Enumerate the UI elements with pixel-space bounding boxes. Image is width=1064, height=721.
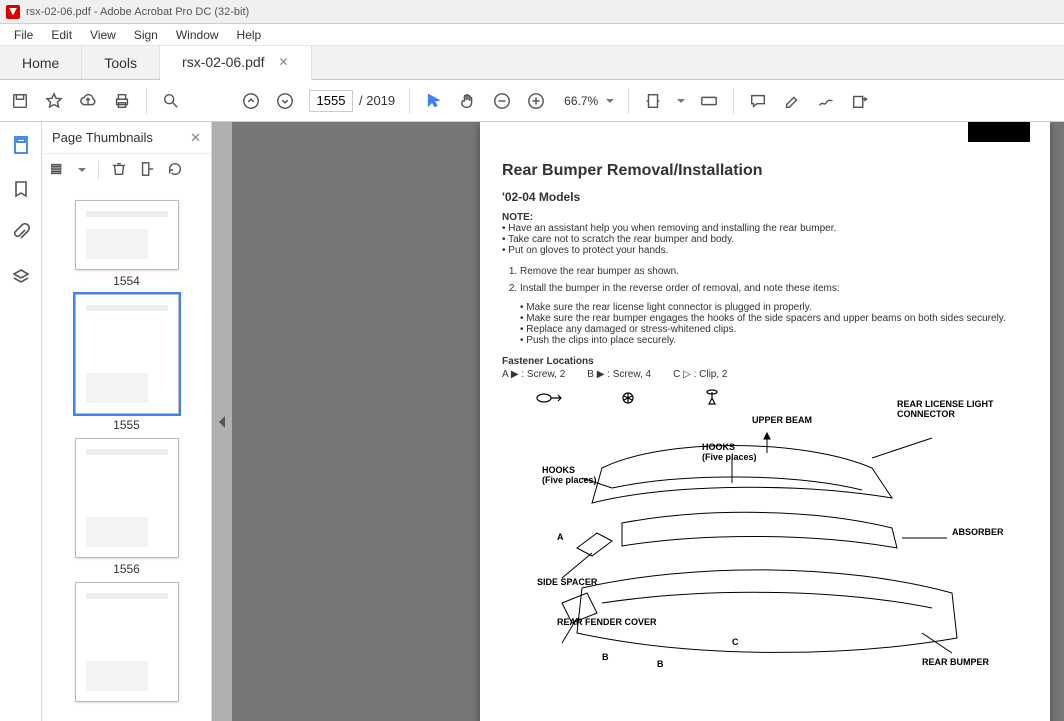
pointer-icon[interactable] [424,91,444,111]
main-area: Page Thumbnails ✕ 1554 1555 1556 Rear Bu… [0,122,1064,721]
tab-bar: Home Tools rsx-02-06.pdf ✕ [0,46,1064,80]
thumbnail-item[interactable] [75,582,179,702]
rotate-icon[interactable] [167,161,183,180]
layers-tab-icon[interactable] [10,266,32,288]
label-side-spacer: SIDE SPACER [537,578,597,588]
zoom-in-icon[interactable] [526,91,546,111]
thumbnail-list[interactable]: 1554 1555 1556 [42,186,211,721]
tab-document[interactable]: rsx-02-06.pdf ✕ [160,46,312,80]
menu-window[interactable]: Window [168,26,227,44]
zoom-out-icon[interactable] [492,91,512,111]
hand-icon[interactable] [458,91,478,111]
page-up-icon[interactable] [241,91,261,111]
page-tab-marker [968,122,1030,142]
screw-a-icon [532,388,566,408]
label-hooks-1: HOOKS (Five places) [702,443,757,463]
tab-tools[interactable]: Tools [82,46,160,79]
label-a: A [557,533,564,543]
menu-sign[interactable]: Sign [126,26,166,44]
menubar: File Edit View Sign Window Help [0,24,1064,46]
page-total: / 2019 [359,93,395,108]
document-viewport[interactable]: Rear Bumper Removal/Installation '02-04 … [232,122,1064,721]
doc-heading: Rear Bumper Removal/Installation [502,162,1032,180]
print-icon[interactable] [112,91,132,111]
thumbnail-item[interactable]: 1555 [75,294,179,432]
thumbnails-header: Page Thumbnails ✕ [42,122,211,154]
menu-edit[interactable]: Edit [43,26,80,44]
page-nav: / 2019 [309,90,395,112]
fit-width-icon[interactable] [643,91,663,111]
sign-icon[interactable] [816,91,836,111]
note-list: Have an assistant help you when removing… [502,223,1032,256]
panel-collapse-gutter[interactable] [212,122,232,721]
zoom-select[interactable]: 66.7% [560,92,614,110]
fastener-heading: Fastener Locations [502,356,1032,367]
app-icon [6,5,20,19]
label-c: C [732,638,739,648]
label-b2: B [657,660,664,670]
label-rear-fender: REAR FENDER COVER [557,618,657,628]
bookmark-tab-icon[interactable] [10,178,32,200]
screw-b-icon [616,388,650,408]
more-tools-icon[interactable] [850,91,870,111]
toolbar: / 2019 66.7% [0,80,1064,122]
insert-page-icon[interactable] [139,161,155,180]
note-label: NOTE: [502,212,1032,223]
thumbnails-panel: Page Thumbnails ✕ 1554 1555 1556 [42,122,212,721]
pdf-page: Rear Bumper Removal/Installation '02-04 … [480,122,1050,721]
steps-list: Remove the rear bumper as shown. Install… [502,266,1032,294]
label-rear-license: REAR LICENSE LIGHT CONNECTOR [897,400,994,420]
thumbnail-item[interactable]: 1556 [75,438,179,576]
tab-home[interactable]: Home [0,46,82,79]
window-title: rsx-02-06.pdf - Adobe Acrobat Pro DC (32… [26,6,249,18]
page-input[interactable] [309,90,353,112]
label-upper-beam: UPPER BEAM [752,416,812,426]
attachment-tab-icon[interactable] [10,222,32,244]
fastener-row: A ▶ : Screw, 2 B ▶ : Screw, 4 C ▷ : Clip… [502,369,1032,380]
doc-subheading: '02-04 Models [502,190,1032,204]
close-icon[interactable]: ✕ [279,55,289,69]
left-rail [0,122,42,721]
menu-file[interactable]: File [6,26,41,44]
chevron-down-icon [606,99,614,103]
star-icon[interactable] [44,91,64,111]
options-icon[interactable] [50,161,66,180]
find-icon[interactable] [161,91,181,111]
window-titlebar: rsx-02-06.pdf - Adobe Acrobat Pro DC (32… [0,0,1064,24]
substeps-list: Make sure the rear license light connect… [502,302,1032,346]
chevron-down-icon[interactable] [78,168,86,172]
save-icon[interactable] [10,91,30,111]
page-down-icon[interactable] [275,91,295,111]
label-b1: B [602,653,609,663]
chevron-down-icon[interactable] [677,99,685,103]
read-mode-icon[interactable] [699,91,719,111]
highlight-icon[interactable] [782,91,802,111]
label-absorber: ABSORBER [952,528,1004,538]
thumbnail-item[interactable]: 1554 [75,200,179,288]
menu-help[interactable]: Help [229,26,270,44]
comment-icon[interactable] [748,91,768,111]
chevron-left-icon [219,416,225,428]
technical-diagram: UPPER BEAM REAR LICENSE LIGHT CONNECTOR … [502,388,1032,698]
menu-view[interactable]: View [82,26,124,44]
cloud-upload-icon[interactable] [78,91,98,111]
close-panel-icon[interactable]: ✕ [190,130,201,146]
label-hooks-2: HOOKS (Five places) [542,466,597,486]
trash-icon[interactable] [111,161,127,180]
thumbnails-tab-icon[interactable] [10,134,32,156]
label-rear-bumper: REAR BUMPER [922,658,989,668]
thumbnails-actions [42,154,211,186]
clip-c-icon [700,388,734,408]
bumper-illustration [542,428,972,688]
